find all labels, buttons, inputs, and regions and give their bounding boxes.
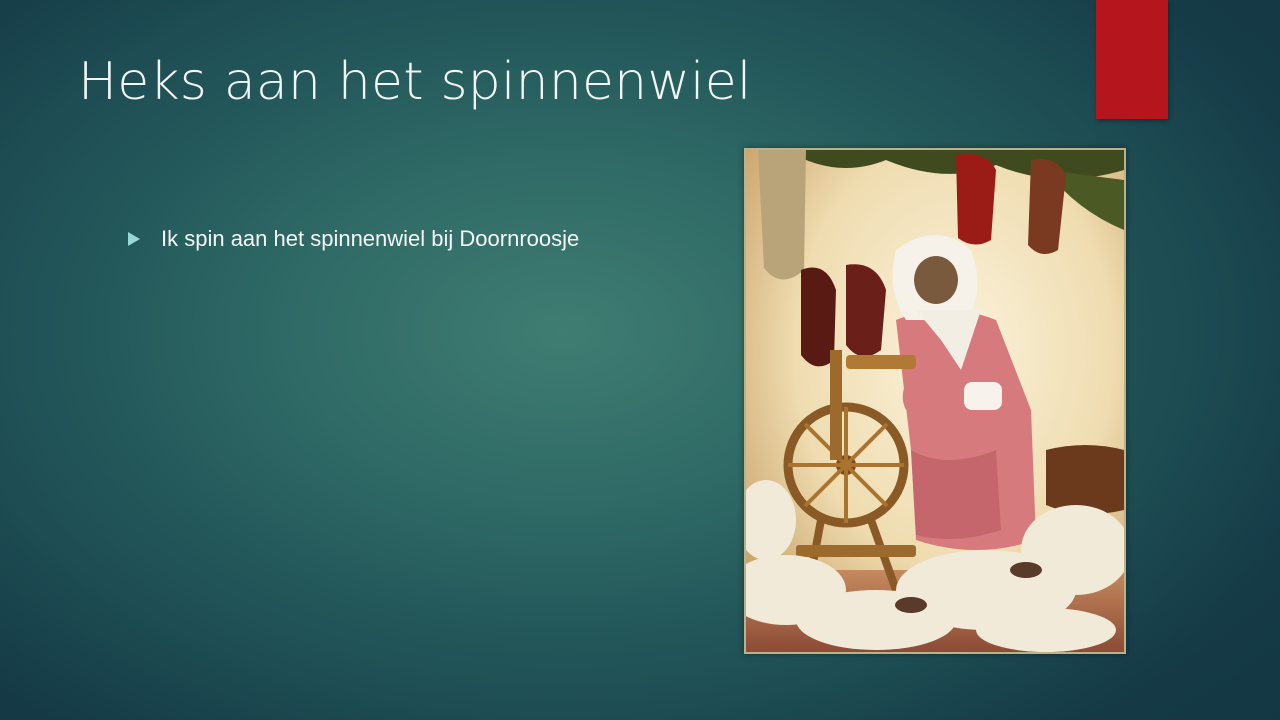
witch-foot-left — [895, 597, 927, 613]
bullet-item: Ik spin aan het spinnenwiel bij Doornroo… — [128, 224, 579, 254]
accent-tab — [1096, 0, 1168, 119]
photo-illustration — [746, 150, 1124, 652]
bullet-text: Ik spin aan het spinnenwiel bij Doornroo… — [161, 226, 580, 251]
slide-title: Heks aan het spinnenwiel — [78, 52, 752, 112]
bullet-list: Ik spin aan het spinnenwiel bij Doornroo… — [128, 224, 579, 254]
witch-foot-right — [1010, 562, 1042, 578]
witch-spinning-wheel-photo — [744, 148, 1126, 654]
yarn-skein-red — [956, 154, 996, 245]
yarn-skein-beige — [758, 150, 806, 280]
yarn-skein-dark-2 — [846, 264, 886, 357]
witch-skirt-shade — [911, 450, 1001, 539]
witch-face — [914, 256, 958, 304]
basket — [1046, 445, 1124, 514]
witch-cuff — [964, 382, 1002, 410]
bullet-arrow-icon — [128, 232, 140, 246]
